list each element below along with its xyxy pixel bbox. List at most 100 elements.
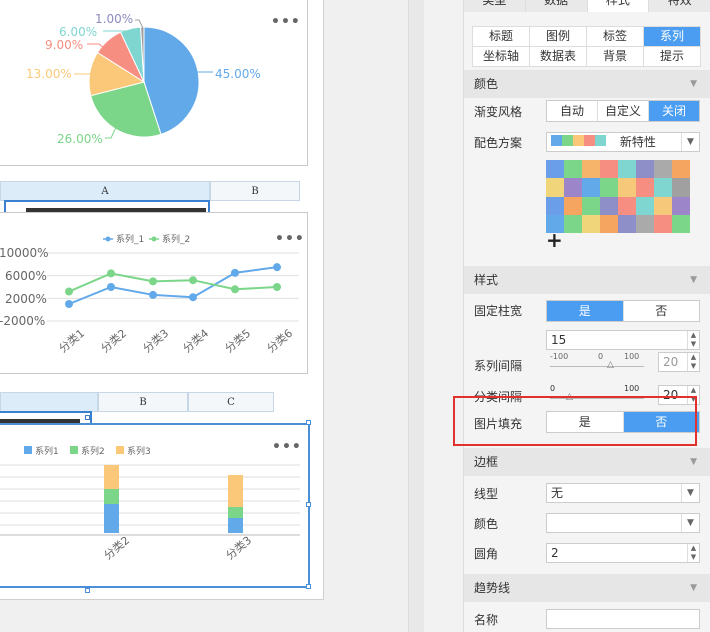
series-gap-tick-3: 100 — [624, 352, 640, 361]
resize-handle[interactable] — [306, 502, 311, 507]
series-gap-tick-1: -100 — [550, 352, 569, 361]
palette-swatch[interactable] — [546, 160, 564, 179]
tab-type[interactable]: 类型 — [464, 0, 526, 12]
palette-swatch[interactable] — [654, 160, 672, 179]
palette-swatch[interactable] — [618, 214, 636, 233]
column-header-b[interactable]: B — [210, 181, 300, 201]
column-header-c[interactable]: C — [188, 392, 274, 412]
palette-swatch[interactable] — [654, 214, 672, 233]
series-gap-input[interactable]: 20 ▲ ▼ — [658, 352, 700, 372]
slider-thumb-icon[interactable]: △ — [607, 360, 614, 370]
line-type-select[interactable]: 无 ▼ — [546, 483, 700, 503]
subtab-legend[interactable]: 图例 — [530, 27, 587, 47]
gradient-off[interactable]: 关闭 — [649, 101, 699, 121]
tab-data[interactable]: 数据 — [526, 0, 588, 12]
subtab-datasheet[interactable]: 数据表 — [530, 47, 587, 67]
more-options-icon[interactable]: ••• — [271, 14, 301, 30]
palette-swatch[interactable] — [636, 214, 654, 233]
palette-swatch[interactable] — [600, 196, 618, 215]
column-header-b2[interactable]: B — [98, 392, 188, 412]
resize-handle[interactable] — [85, 588, 90, 593]
selected-cell-2[interactable] — [0, 411, 92, 423]
section-color[interactable]: 颜色 ▼ — [464, 70, 710, 98]
border-color-select[interactable]: ▼ — [546, 513, 700, 533]
subtab-axis[interactable]: 坐标轴 — [473, 47, 530, 67]
palette-swatch[interactable] — [582, 196, 600, 215]
fixed-width-yes[interactable]: 是 — [547, 301, 624, 321]
pie-chart-widget[interactable]: ••• 1.00% 6.00% 9.00% 13.00% 26.00% 45.0… — [0, 0, 308, 166]
line-xlabel: 分类6 — [264, 326, 295, 355]
subtab-title[interactable]: 标题 — [473, 27, 530, 47]
selected-cell[interactable] — [4, 200, 210, 212]
palette-swatch[interactable] — [672, 196, 690, 215]
palette-swatch[interactable] — [564, 196, 582, 215]
palette-swatch[interactable] — [564, 214, 582, 233]
trend-name-input[interactable] — [546, 609, 700, 629]
scheme-select[interactable]: 新特性 ▼ — [546, 132, 700, 152]
palette-swatch[interactable] — [564, 178, 582, 197]
tab-effects[interactable]: 特效 — [649, 0, 710, 12]
panel-splitter[interactable] — [408, 0, 424, 632]
palette-swatch[interactable] — [600, 214, 618, 233]
palette-swatch[interactable] — [636, 178, 654, 197]
legend-bar-1: 系列1 — [35, 445, 59, 457]
palette-swatch[interactable] — [546, 196, 564, 215]
palette-swatch[interactable] — [618, 160, 636, 179]
corner-input[interactable]: 2 ▲ ▼ — [546, 543, 700, 563]
palette-swatch[interactable] — [636, 160, 654, 179]
stepper-icon[interactable]: ▲ ▼ — [687, 353, 699, 371]
stepper-icon[interactable]: ▲ ▼ — [687, 544, 699, 562]
more-options-icon[interactable]: ••• — [275, 231, 305, 247]
resize-handle[interactable] — [306, 584, 311, 589]
palette-swatch[interactable] — [654, 178, 672, 197]
bar-width-input[interactable]: 15 ▲ ▼ — [546, 330, 700, 350]
bar-legend: 系列1 系列2 系列3 — [24, 445, 151, 457]
tab-style[interactable]: 样式 — [587, 0, 650, 12]
cat-gap-tick-2: 100 — [624, 384, 640, 393]
gradient-custom[interactable]: 自定义 — [598, 101, 649, 121]
palette-swatch[interactable] — [618, 196, 636, 215]
series-gap-tick-2: 0 — [598, 352, 604, 361]
pie-label-1: 1.00% — [95, 12, 133, 26]
palette-swatch[interactable] — [582, 160, 600, 179]
line-point — [107, 283, 115, 291]
palette-swatch[interactable] — [564, 160, 582, 179]
palette-swatch[interactable] — [618, 178, 636, 197]
subtab-background[interactable]: 背景 — [587, 47, 644, 67]
section-border[interactable]: 边框 ▼ — [464, 448, 710, 476]
ytick-4: -2000% — [0, 314, 45, 328]
gradient-auto[interactable]: 自动 — [547, 101, 598, 121]
palette-swatch[interactable] — [672, 160, 690, 179]
border-color-label: 颜色 — [474, 517, 499, 531]
subtab-series[interactable]: 系列 — [644, 27, 701, 47]
line-chart-widget[interactable]: ••• 系列_1 系列_2 10000% 6000% 2000% -2000% … — [0, 212, 308, 374]
series-gap-value: 20 — [663, 355, 679, 369]
palette-swatch[interactable] — [654, 196, 672, 215]
subtab-label[interactable]: 标签 — [587, 27, 644, 47]
fixed-width-no[interactable]: 否 — [624, 301, 700, 321]
section-trendline[interactable]: 趋势线 ▼ — [464, 574, 710, 602]
more-options-icon[interactable]: ••• — [272, 439, 302, 455]
column-header-a2[interactable] — [0, 392, 98, 412]
palette-swatch[interactable] — [600, 178, 618, 197]
bar-chart-widget[interactable]: ••• 系列1 系列2 系列3 分类2 分类3 — [0, 423, 310, 588]
add-color-icon[interactable]: + — [546, 228, 563, 252]
palette-swatch[interactable] — [672, 214, 690, 233]
bar-cat3-s2 — [228, 507, 243, 518]
sub-tabs: 标题 图例 标签 系列 坐标轴 数据表 背景 提示 — [472, 26, 701, 67]
palette-swatch[interactable] — [582, 178, 600, 197]
line-point — [149, 290, 157, 299]
column-header-a[interactable]: A — [0, 181, 210, 201]
section-style[interactable]: 样式 ▼ — [464, 266, 710, 294]
subtab-tooltip[interactable]: 提示 — [644, 47, 701, 67]
stepper-icon[interactable]: ▲ ▼ — [687, 331, 699, 349]
resize-handle[interactable] — [306, 420, 311, 425]
resize-handle[interactable] — [85, 415, 90, 420]
palette-swatch[interactable] — [636, 196, 654, 215]
palette-swatch[interactable] — [672, 178, 690, 197]
bar-cat3-s3 — [228, 475, 243, 507]
palette-swatch[interactable] — [546, 178, 564, 197]
series-gap-slider[interactable]: -100 0 100 △ — [550, 352, 650, 372]
palette-swatch[interactable] — [600, 160, 618, 179]
palette-swatch[interactable] — [582, 214, 600, 233]
